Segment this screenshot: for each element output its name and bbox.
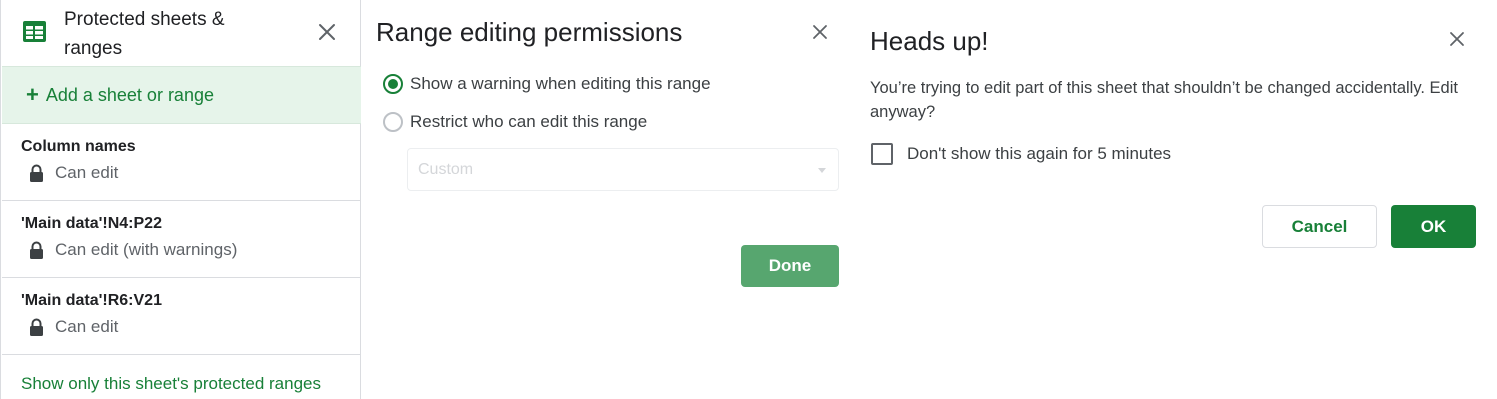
google-sheets-icon — [23, 21, 46, 42]
lock-icon — [30, 318, 43, 336]
radio-label: Show a warning when editing this range — [410, 74, 711, 93]
range-permission: Can edit (with warnings) — [29, 240, 237, 260]
add-sheet-or-range-button[interactable]: + Add a sheet or range — [2, 66, 361, 124]
range-permission: Can edit — [29, 163, 118, 183]
protected-range-item[interactable]: 'Main data'!N4:P22 Can edit (with warnin… — [2, 201, 361, 278]
protected-range-item[interactable]: Column names Can edit — [2, 124, 361, 201]
cancel-button[interactable]: Cancel — [1262, 205, 1377, 248]
close-icon[interactable] — [1449, 31, 1465, 47]
lock-icon — [30, 164, 43, 182]
close-icon[interactable] — [317, 22, 337, 42]
radio-button[interactable] — [383, 112, 403, 132]
checkbox-label: Don't show this again for 5 minutes — [907, 144, 1172, 163]
protected-ranges-panel: Protected sheets & ranges + Add a sheet … — [0, 0, 361, 399]
dialog-title: Heads up! — [870, 26, 989, 56]
done-button[interactable]: Done — [741, 245, 839, 287]
permission-text: Can edit — [55, 317, 119, 336]
show-warning-radio-option[interactable]: Show a warning when editing this range — [383, 74, 711, 94]
restrict-editors-radio-option[interactable]: Restrict who can edit this range — [383, 112, 647, 132]
radio-button-selected[interactable] — [383, 74, 403, 94]
ok-button[interactable]: OK — [1391, 205, 1476, 248]
permission-text: Can edit — [55, 163, 119, 182]
lock-icon — [30, 241, 43, 259]
close-icon[interactable] — [811, 23, 829, 41]
panel-header: Protected sheets & ranges — [1, 0, 360, 66]
dropdown-value: Custom — [418, 161, 474, 178]
dont-show-again-checkbox[interactable] — [871, 143, 893, 165]
range-permission: Can edit — [29, 317, 118, 337]
radio-label: Restrict who can edit this range — [410, 112, 648, 131]
editors-dropdown: Custom — [407, 148, 839, 191]
add-sheet-or-range-label: Add a sheet or range — [45, 84, 214, 105]
panel-title: Protected sheets & ranges — [64, 9, 225, 59]
show-only-this-sheet-link[interactable]: Show only this sheet's protected ranges — [21, 374, 321, 394]
dialog-message: You’re trying to edit part of this sheet… — [870, 79, 1458, 121]
plus-icon: + — [26, 82, 39, 107]
permission-text: Can edit (with warnings) — [55, 240, 238, 259]
permissions-title: Range editing permissions — [376, 17, 683, 47]
range-name: Column names — [21, 138, 136, 155]
range-name: 'Main data'!N4:P22 — [21, 215, 162, 232]
protected-range-item[interactable]: 'Main data'!R6:V21 Can edit — [2, 278, 361, 355]
chevron-down-icon — [818, 168, 826, 173]
range-name: 'Main data'!R6:V21 — [21, 292, 162, 309]
